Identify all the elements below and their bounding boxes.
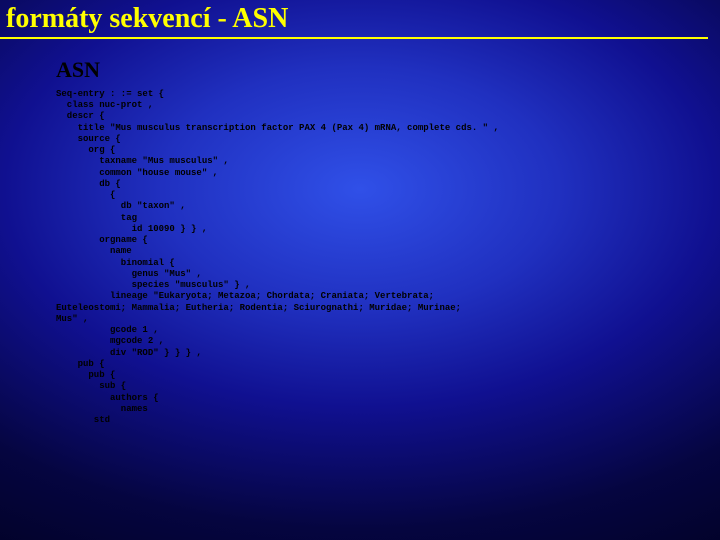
slide-title: formáty sekvencí - ASN (0, 0, 708, 39)
slide-subtitle: ASN (56, 57, 720, 83)
asn-code-block: Seq-entry : := set { class nuc-prot , de… (56, 89, 720, 427)
slide: formáty sekvencí - ASN ASN Seq-entry : :… (0, 0, 720, 540)
